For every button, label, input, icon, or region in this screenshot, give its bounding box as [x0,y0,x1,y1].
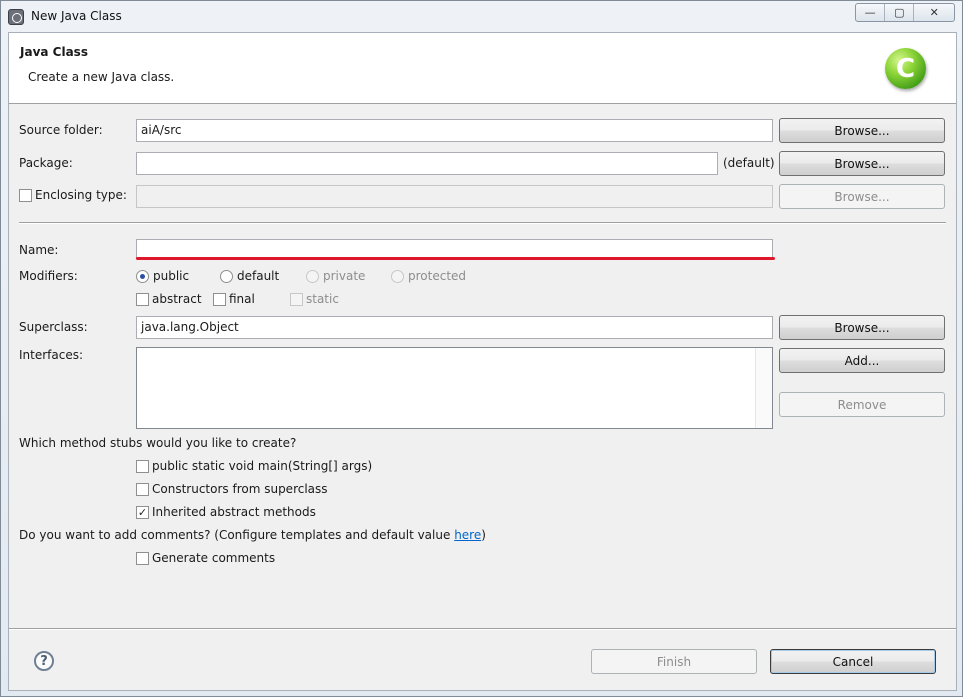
checkbox-box [136,482,149,496]
name-label: Name: [19,243,59,257]
interfaces-label: Interfaces: [19,348,84,362]
comments-question-end: ) [481,528,486,542]
wizard-banner: Java Class Create a new Java class. C [9,33,956,104]
generate-comments-checkbox[interactable]: Generate comments [136,551,275,565]
main-method-label: public static void main(String[] args) [152,459,373,473]
checkbox-box [213,292,226,306]
title-bar: New Java Class — ▢ ✕ [1,1,962,31]
package-browse-button[interactable]: Browse... [779,151,945,176]
new-java-class-dialog: New Java Class — ▢ ✕ Java Class Create a… [0,0,963,697]
method-stubs-question: Which method stubs would you like to cre… [19,436,297,450]
abstract-checkbox[interactable]: abstract [136,292,202,306]
superclass-browse-button[interactable]: Browse... [779,315,945,340]
close-button[interactable]: ✕ [914,4,954,21]
final-label: final [229,292,255,306]
modifier-private-label: private [323,269,366,283]
modifier-private-radio: private [306,269,365,283]
comments-question: Do you want to add comments? (Configure … [19,528,486,542]
cancel-button[interactable]: Cancel [770,649,936,674]
constructors-label: Constructors from superclass [152,482,328,496]
modifier-public-label: public [153,269,190,283]
interfaces-scrollbar[interactable] [755,348,772,428]
configure-templates-link[interactable]: here [454,528,481,542]
dialog-body: Java Class Create a new Java class. C So… [8,32,957,691]
enclosing-type-browse-button: Browse... [779,184,945,209]
static-label: static [306,292,339,306]
inherited-abstract-checkbox[interactable]: ✓ Inherited abstract methods [136,505,316,519]
source-folder-input[interactable]: aiA/src [136,119,773,142]
source-folder-browse-button[interactable]: Browse... [779,118,945,143]
modifiers-label: Modifiers: [19,269,78,283]
section-separator [19,222,946,224]
checkmark-icon: ✓ [136,505,149,519]
checkbox-box [19,188,32,202]
eclipse-app-icon [8,9,24,25]
modifier-public-radio[interactable]: public [136,269,189,283]
modifier-default-label: default [237,269,280,283]
radio-dot [220,269,233,283]
main-method-checkbox[interactable]: public static void main(String[] args) [136,459,372,473]
static-checkbox: static [290,292,339,306]
radio-dot [136,269,149,283]
checkbox-box [136,459,149,473]
radio-dot [391,269,404,283]
checkbox-box [136,551,149,565]
superclass-label: Superclass: [19,320,88,334]
page-description: Create a new Java class. [28,70,175,84]
help-icon[interactable]: ? [34,651,54,671]
final-checkbox[interactable]: final [213,292,255,306]
enclosing-type-checkbox[interactable]: Enclosing type: [19,188,127,202]
enclosing-type-label: Enclosing type: [35,188,127,202]
radio-dot [306,269,319,283]
package-input[interactable] [136,152,718,175]
interfaces-list[interactable] [136,347,773,429]
minimize-button[interactable]: — [856,4,886,21]
java-class-icon: C [885,48,926,89]
page-title: Java Class [20,45,88,59]
enclosing-type-input [136,185,773,208]
maximize-button[interactable]: ▢ [885,4,915,21]
remove-interface-button: Remove [779,392,945,417]
window-controls: — ▢ ✕ [855,3,955,22]
package-default-hint: (default) [723,156,775,170]
comments-question-text: Do you want to add comments? (Configure … [19,528,455,542]
superclass-input[interactable]: java.lang.Object [136,316,773,339]
checkbox-box [136,292,149,306]
modifier-default-radio[interactable]: default [220,269,279,283]
constructors-checkbox[interactable]: Constructors from superclass [136,482,328,496]
finish-button: Finish [591,649,757,674]
add-interface-button[interactable]: Add... [779,348,945,373]
checkbox-box [290,292,303,306]
footer-separator [9,628,956,630]
package-label: Package: [19,156,73,170]
modifier-protected-label: protected [408,269,467,283]
inherited-abstract-label: Inherited abstract methods [152,505,316,519]
abstract-label: abstract [152,292,202,306]
window-title: New Java Class [31,9,122,23]
name-highlight-underline [136,257,775,260]
modifier-protected-radio: protected [391,269,466,283]
source-folder-label: Source folder: [19,123,103,137]
class-name-input[interactable] [136,239,773,259]
generate-comments-label: Generate comments [152,551,276,565]
